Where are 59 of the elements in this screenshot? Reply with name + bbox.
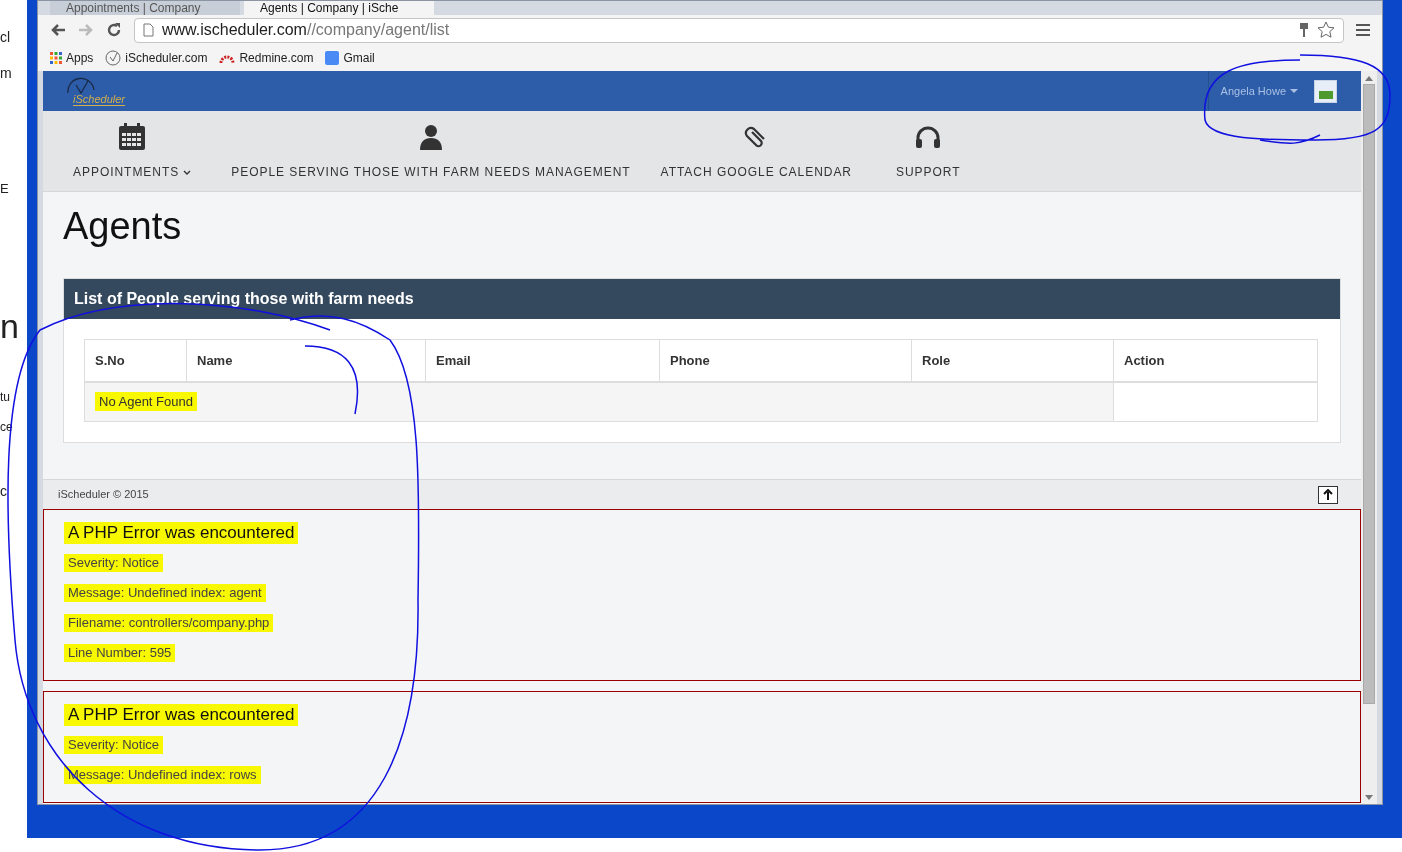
column-header: Action [1113, 339, 1318, 382]
column-header: Role [911, 339, 1114, 382]
column-header: Email [425, 339, 660, 382]
person-icon [419, 124, 442, 150]
headset-icon [915, 126, 942, 150]
page-title: Agents [63, 207, 183, 245]
browser-tab[interactable]: Agents | Company | iSche [244, 1, 434, 15]
nav-item[interactable]: PEOPLE SERVING THOSE WITH FARM NEEDS MANAGEMENT [231, 123, 631, 181]
scroll-down-icon[interactable] [1365, 795, 1373, 800]
background-window-text: n [0, 308, 20, 343]
clock-logo-icon [67, 76, 95, 94]
footer-text: iScheduler © 2015 [58, 487, 149, 503]
column-header: S.No [84, 339, 187, 382]
star-icon[interactable] [1317, 21, 1335, 39]
panel-title: List of People serving those with farm needs [64, 279, 1340, 319]
bookmark-link[interactable]: Gmail [325, 49, 375, 67]
error-heading: A PHP Error was encountered [64, 704, 299, 726]
scroll-top-button[interactable] [1318, 485, 1338, 504]
bookmark-link[interactable]: Apps [50, 49, 94, 67]
menu-icon[interactable] [1356, 24, 1370, 36]
error-detail: Filename: controllers/company.php [64, 614, 274, 632]
error-detail: Severity: Notice [64, 736, 164, 754]
background-window-text: c [0, 481, 8, 501]
bookmark-link[interactable]: Redmine.com [219, 49, 314, 67]
chevron-down-icon [183, 169, 192, 175]
column-header: Phone [659, 339, 912, 382]
background-window-text: tu [0, 388, 11, 406]
gauge-icon [219, 53, 236, 63]
nav-item[interactable]: ATTACH GOOGLE CALENDAR [660, 123, 852, 181]
url-text: www.ischeduler.com//company/agent/list [162, 20, 450, 40]
empty-message: No Agent Found [95, 392, 197, 411]
caret-icon [1290, 89, 1298, 93]
background-window-text: E [0, 180, 10, 198]
error-detail: Severity: Notice [64, 554, 164, 572]
back-icon[interactable] [50, 23, 66, 37]
apps-grid-icon [50, 52, 62, 64]
clock-icon [105, 50, 122, 66]
browser-tab[interactable]: Appointments | Company [50, 1, 240, 15]
calendar-icon [119, 123, 146, 150]
column-header: Name [186, 339, 426, 382]
error-detail: Line Number: 595 [64, 644, 176, 662]
background-window-text: m [0, 64, 13, 83]
background-window-text: cl [0, 28, 12, 47]
error-detail: Message: Undefined index: agent [64, 584, 266, 602]
avatar-placeholder[interactable] [1314, 79, 1337, 103]
address-bar[interactable]: www.ischeduler.com//company/agent/list [134, 17, 1344, 43]
nav-item[interactable]: APPOINTMENTS [73, 123, 192, 181]
nav-item[interactable]: SUPPORT [896, 123, 961, 181]
error-heading: A PHP Error was encountered [64, 522, 299, 544]
user-menu[interactable]: Angela Howe [1220, 82, 1298, 100]
scrollbar[interactable] [1361, 71, 1377, 804]
scroll-up-icon[interactable] [1365, 76, 1373, 81]
reload-icon[interactable] [106, 22, 122, 38]
google-icon [325, 51, 340, 65]
bookmark-link[interactable]: iScheduler.com [105, 49, 208, 67]
up-arrow-icon [1323, 489, 1333, 500]
key-icon[interactable] [1299, 22, 1309, 38]
scroll-thumb[interactable] [1363, 84, 1375, 704]
page-icon [143, 23, 154, 37]
